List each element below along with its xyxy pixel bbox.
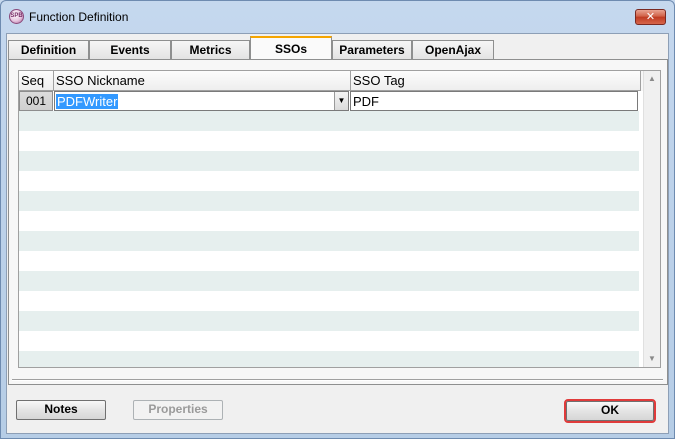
table-row[interactable]: 001 PDFWriter ▼ PDF: [19, 91, 639, 111]
table-row[interactable]: [19, 171, 639, 191]
ssos-tab-panel: Seq SSO Nickname SSO Tag 001 PDFWriter ▼…: [8, 59, 668, 385]
table-row[interactable]: [19, 231, 639, 251]
properties-button[interactable]: Properties: [133, 400, 223, 420]
column-header-sso-nickname[interactable]: SSO Nickname: [54, 71, 351, 91]
tab-openajax[interactable]: OpenAjax: [412, 40, 494, 60]
dialog-client-area: Definition Events Metrics SSOs Parameter…: [6, 33, 669, 434]
table-row[interactable]: [19, 131, 639, 151]
tab-metrics[interactable]: Metrics: [171, 40, 250, 60]
seq-cell[interactable]: 001: [19, 91, 53, 111]
sso-grid: Seq SSO Nickname SSO Tag 001 PDFWriter ▼…: [18, 70, 661, 368]
table-row[interactable]: [19, 331, 639, 351]
table-row[interactable]: [19, 211, 639, 231]
grid-header: Seq SSO Nickname SSO Tag: [19, 71, 643, 91]
table-row[interactable]: [19, 351, 639, 367]
table-row[interactable]: [19, 311, 639, 331]
scroll-down-icon[interactable]: ▼: [644, 351, 660, 367]
column-header-sso-tag[interactable]: SSO Tag: [351, 71, 641, 91]
column-header-seq[interactable]: Seq: [19, 71, 54, 91]
vertical-scrollbar[interactable]: ▲ ▼: [643, 71, 660, 367]
function-definition-window: SPB Function Definition ✕ Definition Eve…: [0, 0, 675, 439]
sso-tag-field[interactable]: PDF: [350, 91, 638, 111]
table-row[interactable]: [19, 291, 639, 311]
table-row[interactable]: [19, 151, 639, 171]
sso-nickname-value: PDFWriter: [56, 94, 119, 109]
table-row[interactable]: [19, 191, 639, 211]
app-icon: SPB: [9, 9, 24, 24]
tab-definition[interactable]: Definition: [8, 40, 89, 60]
notes-button[interactable]: Notes: [16, 400, 106, 420]
window-title: Function Definition: [29, 10, 129, 24]
close-icon: ✕: [645, 11, 656, 23]
tab-parameters[interactable]: Parameters: [332, 40, 412, 60]
scroll-up-icon[interactable]: ▲: [644, 71, 660, 87]
close-button[interactable]: ✕: [635, 9, 666, 25]
table-row[interactable]: [19, 271, 639, 291]
divider: [12, 379, 663, 381]
tab-events[interactable]: Events: [89, 40, 171, 60]
table-row[interactable]: [19, 111, 639, 131]
ok-button[interactable]: OK: [564, 399, 656, 423]
table-row[interactable]: [19, 251, 639, 271]
title-bar[interactable]: SPB Function Definition ✕: [1, 1, 674, 33]
sso-nickname-dropdown[interactable]: PDFWriter ▼: [54, 91, 349, 111]
chevron-down-icon[interactable]: ▼: [334, 92, 348, 110]
tab-ssos[interactable]: SSOs: [250, 36, 332, 61]
